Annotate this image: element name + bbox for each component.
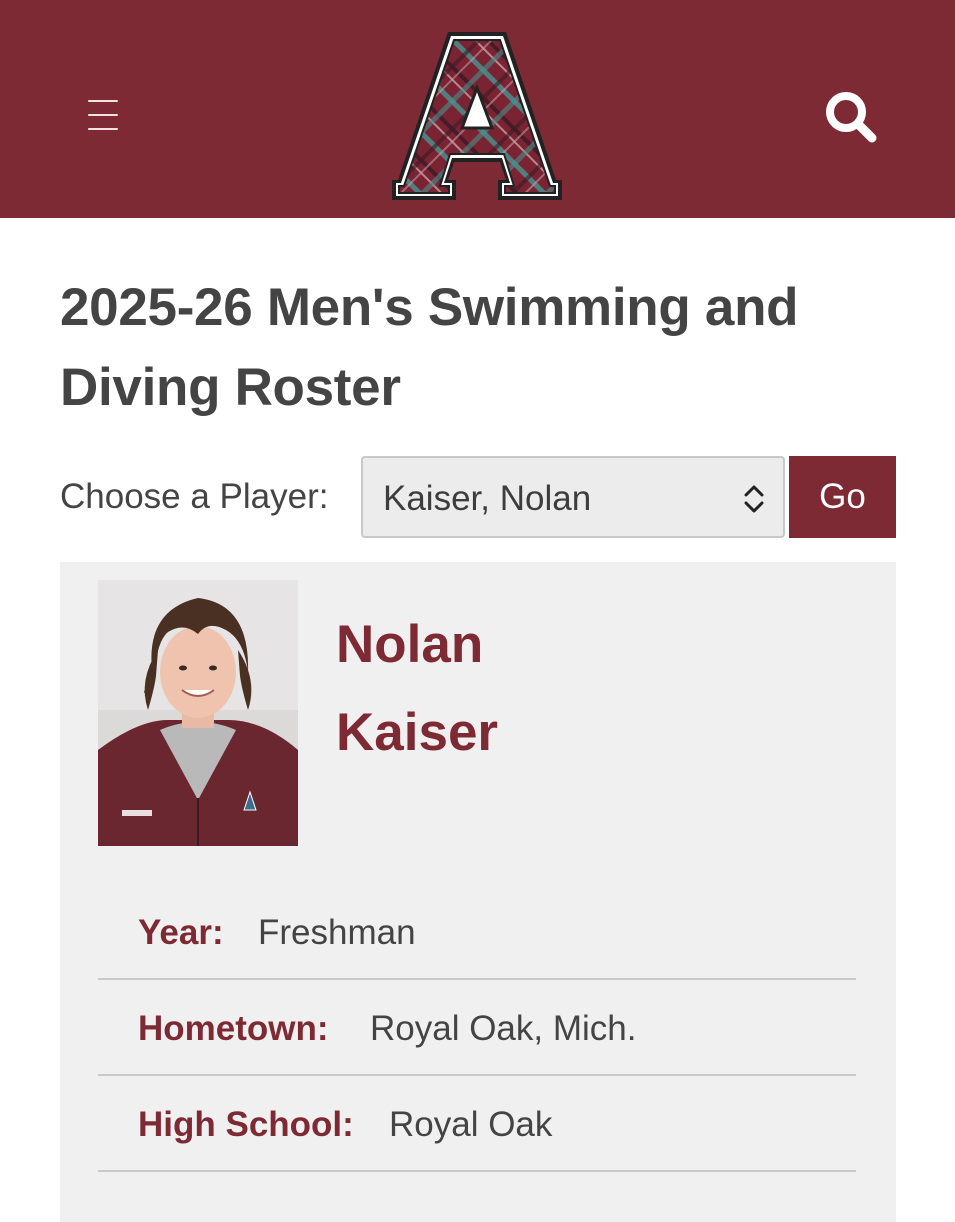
page-title: 2025-26 Men's Swimming and Diving Roster <box>60 278 799 417</box>
divider <box>98 1170 856 1172</box>
hometown-value: Royal Oak, Mich. <box>370 1009 637 1048</box>
chevron-up-down-icon <box>744 485 764 513</box>
player-first-name: Nolan <box>336 615 484 674</box>
year-value: Freshman <box>258 913 416 952</box>
player-select[interactable]: Kaiser, Nolan <box>361 456 785 538</box>
high-school-label: High School: <box>138 1105 354 1144</box>
year-label: Year: <box>138 913 224 952</box>
go-button[interactable]: Go <box>789 456 896 538</box>
player-headshot <box>98 580 298 846</box>
plaid-letter-a-logo[interactable] <box>390 30 564 202</box>
info-row-high-school: High School: Royal Oak <box>98 1076 856 1172</box>
high-school-value: Royal Oak <box>389 1105 553 1144</box>
site-header <box>0 0 955 218</box>
player-chooser-label: Choose a Player: <box>60 477 329 516</box>
hamburger-menu-icon[interactable] <box>84 96 120 134</box>
player-profile-card: Nolan Kaiser Year: Freshman Hometown: Ro… <box>60 562 896 1222</box>
info-row-year: Year: Freshman <box>98 884 856 980</box>
hometown-label: Hometown: <box>138 1009 329 1048</box>
search-icon[interactable] <box>822 88 880 146</box>
player-last-name: Kaiser <box>336 703 499 762</box>
player-select-value: Kaiser, Nolan <box>383 479 592 518</box>
info-row-hometown: Hometown: Royal Oak, Mich. <box>98 980 856 1076</box>
